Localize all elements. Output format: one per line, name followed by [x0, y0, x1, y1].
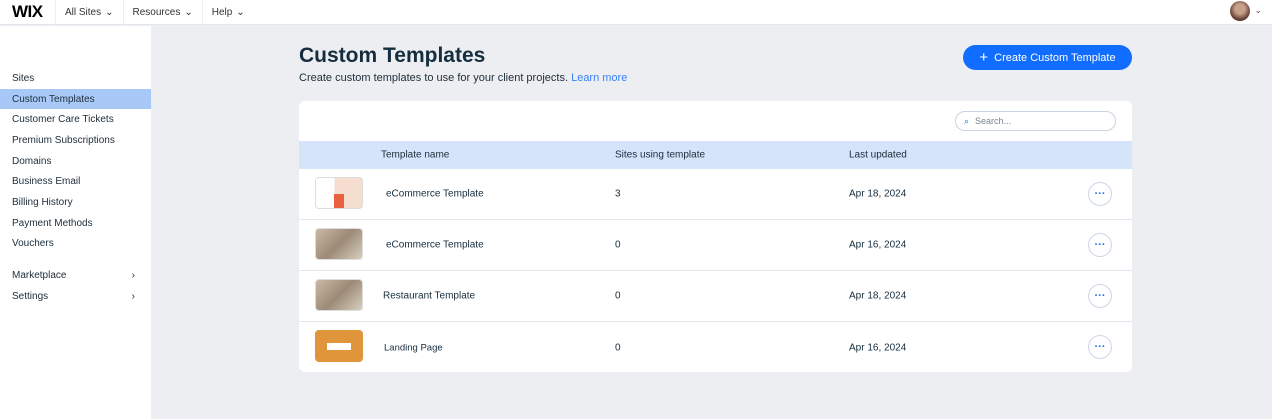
- sidebar-item-payment-methods[interactable]: Payment Methods: [0, 213, 151, 234]
- column-sites-using: Sites using template: [615, 149, 706, 161]
- last-updated: Apr 18, 2024: [849, 188, 907, 200]
- last-updated: Apr 16, 2024: [849, 342, 907, 353]
- templates-table: ⌕ Search... Template name Sites using tem…: [299, 101, 1132, 372]
- more-actions-button[interactable]: ···: [1088, 335, 1112, 359]
- table-row[interactable]: Restaurant Template 0 Apr 18, 2024 ···: [299, 271, 1132, 322]
- nav-label: Help: [211, 6, 233, 18]
- template-thumbnail: [315, 330, 363, 362]
- chevron-down-icon: ⌄: [184, 6, 193, 18]
- search-placeholder: Search...: [975, 116, 1012, 126]
- template-thumbnail: [315, 177, 363, 209]
- sidebar-item-billing-history[interactable]: Billing History: [0, 192, 151, 213]
- page-header: Custom Templates Create custom templates…: [299, 44, 627, 84]
- learn-more-link[interactable]: Learn more: [571, 72, 627, 84]
- sidebar-item-domains[interactable]: Domains: [0, 151, 151, 172]
- sidebar-label: Marketplace: [12, 270, 67, 282]
- search-input[interactable]: ⌕ Search...: [955, 111, 1116, 131]
- table-row[interactable]: Landing Page 0 Apr 16, 2024 ···: [299, 322, 1132, 372]
- wix-logo[interactable]: WIX: [0, 2, 55, 22]
- sidebar-item-vouchers[interactable]: Vouchers: [0, 234, 151, 255]
- last-updated: Apr 18, 2024: [849, 290, 907, 302]
- more-actions-button[interactable]: ···: [1088, 284, 1112, 308]
- column-template-name: Template name: [381, 149, 450, 161]
- template-thumbnail: [315, 279, 363, 311]
- more-actions-button[interactable]: ···: [1088, 182, 1112, 206]
- chevron-right-icon: ›: [131, 290, 135, 302]
- column-last-updated: Last updated: [849, 149, 907, 161]
- more-actions-button[interactable]: ···: [1088, 233, 1112, 257]
- nav-label: Resources: [132, 6, 181, 18]
- table-row[interactable]: eCommerce Template 3 Apr 18, 2024 ···: [299, 169, 1132, 220]
- sidebar-label: Settings: [12, 290, 49, 302]
- chevron-down-icon[interactable]: ⌄: [1254, 5, 1262, 16]
- sites-count: 0: [615, 239, 621, 251]
- chevron-down-icon: ⌄: [236, 6, 245, 18]
- nav-all-sites[interactable]: All Sites ⌄: [55, 0, 123, 25]
- template-name: eCommerce Template: [386, 239, 484, 251]
- avatar[interactable]: [1230, 1, 1250, 21]
- subtitle-text: Create custom templates to use for your …: [299, 72, 569, 84]
- sidebar-item-custom-templates[interactable]: Custom Templates: [0, 88, 151, 110]
- table-row[interactable]: eCommerce Template 0 Apr 16, 2024 ···: [299, 220, 1132, 271]
- template-name: eCommerce Template: [386, 188, 484, 200]
- sites-count: 0: [615, 342, 621, 353]
- create-custom-template-button[interactable]: + Create Custom Template: [963, 45, 1132, 70]
- template-name: Landing Page: [384, 342, 443, 353]
- sidebar-item-sites[interactable]: Sites: [0, 68, 151, 89]
- template-thumbnail: [315, 228, 363, 260]
- last-updated: Apr 16, 2024: [849, 239, 907, 251]
- search-icon: ⌕: [964, 115, 970, 126]
- table-header: Template name Sites using template Last …: [299, 141, 1132, 169]
- sites-count: 0: [615, 290, 621, 302]
- sites-count: 3: [615, 188, 621, 200]
- sidebar-item-premium-subscriptions[interactable]: Premium Subscriptions: [0, 130, 151, 151]
- nav-label: All Sites: [65, 6, 102, 18]
- sidebar: Sites Custom Templates Customer Care Tic…: [0, 26, 151, 419]
- button-label: Create Custom Template: [994, 51, 1116, 64]
- sidebar-item-settings[interactable]: Settings ›: [0, 286, 151, 307]
- page-title: Custom Templates: [299, 44, 486, 67]
- sidebar-item-customer-care-tickets[interactable]: Customer Care Tickets: [0, 109, 151, 130]
- plus-icon: +: [979, 49, 989, 66]
- page-subtitle: Create custom templates to use for your …: [299, 72, 627, 84]
- chevron-down-icon: ⌄: [105, 6, 114, 18]
- nav-resources[interactable]: Resources ⌄: [122, 0, 202, 25]
- chevron-right-icon: ›: [131, 270, 135, 282]
- template-name: Restaurant Template: [383, 290, 476, 302]
- top-bar: WIX All Sites ⌄ Resources ⌄ Help ⌄ ⌄: [0, 0, 1272, 25]
- nav-help[interactable]: Help ⌄: [201, 0, 254, 25]
- sidebar-item-marketplace[interactable]: Marketplace ›: [0, 265, 151, 286]
- sidebar-item-business-email[interactable]: Business Email: [0, 171, 151, 192]
